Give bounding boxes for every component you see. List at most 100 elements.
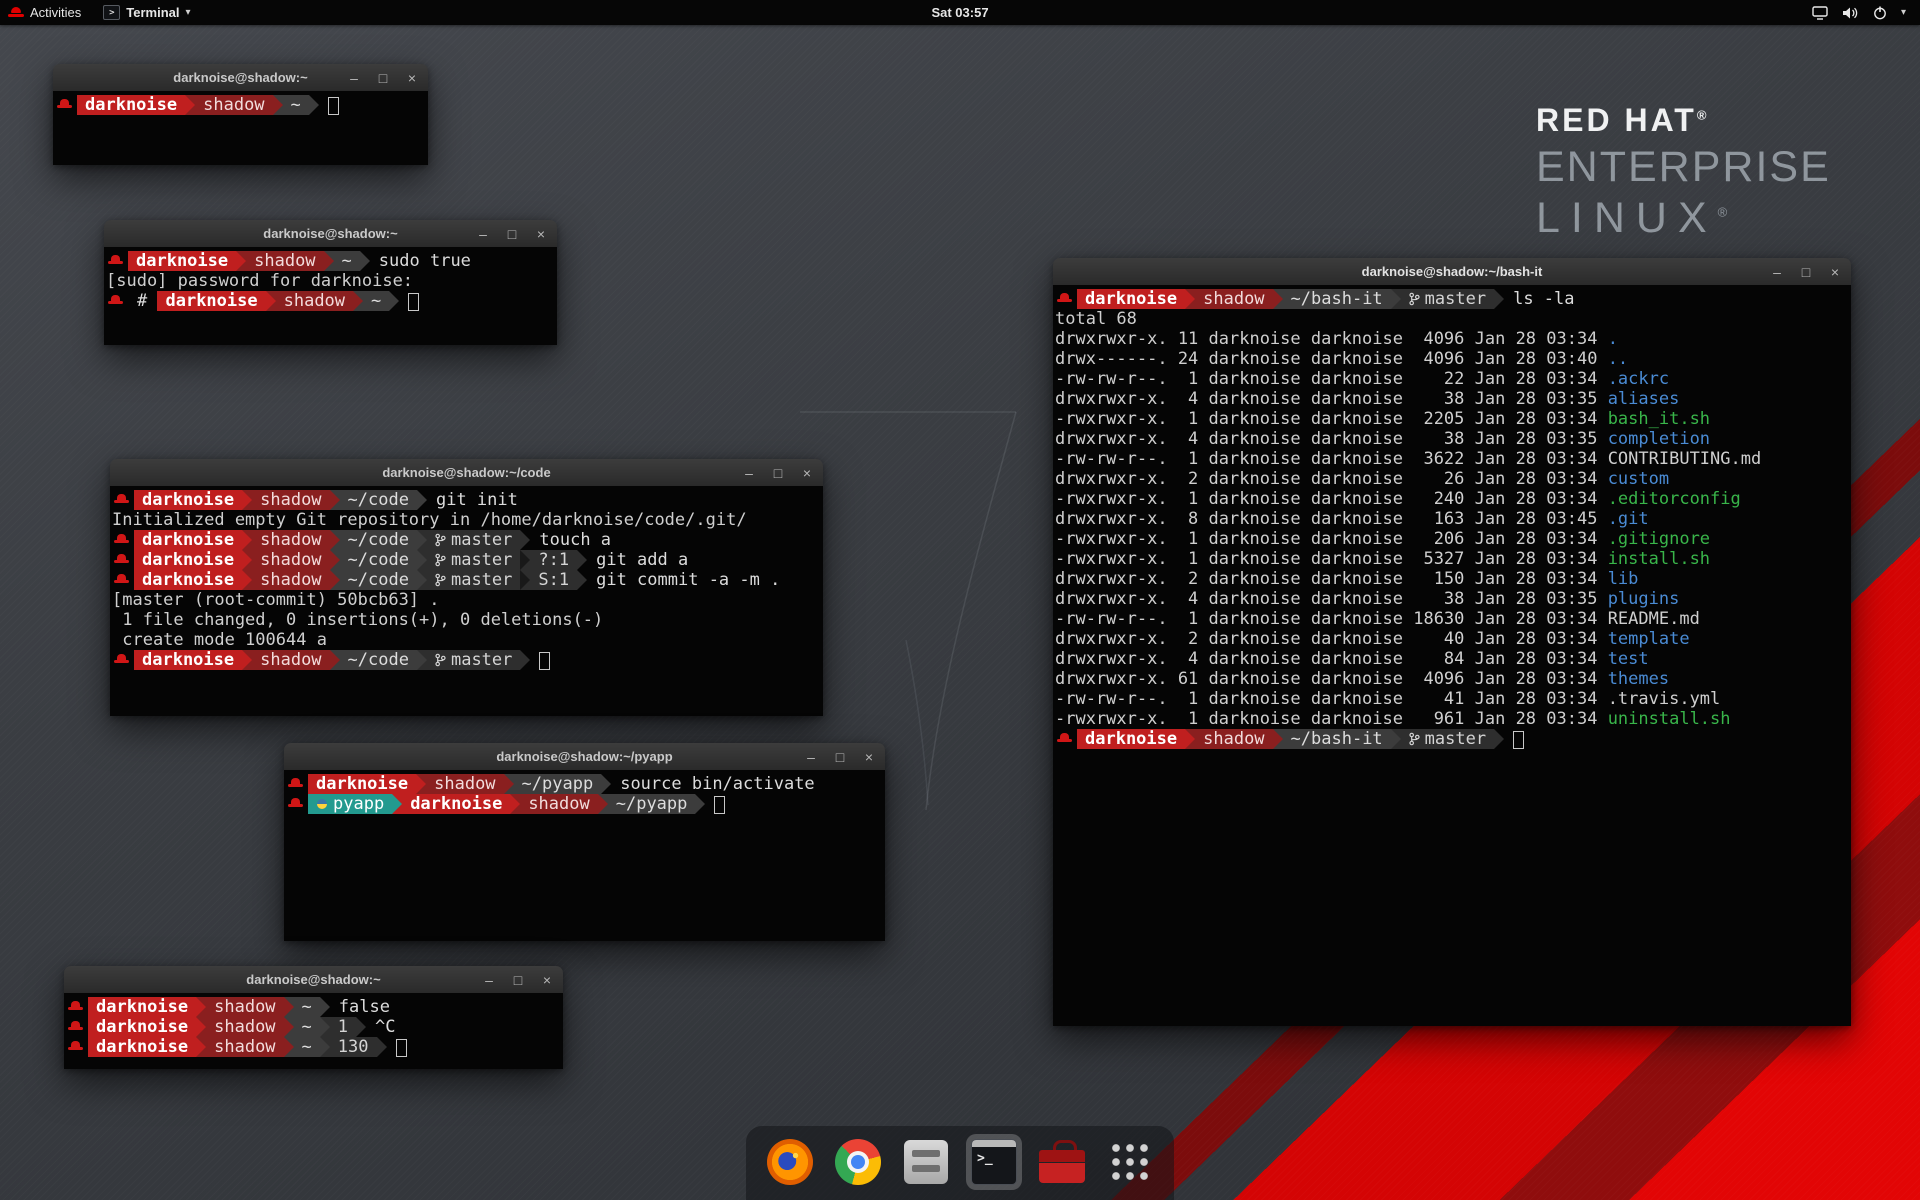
terminal-content[interactable]: darknoiseshadow~falsedarknoiseshadow~1^C… [64, 993, 563, 1069]
prompt-segment-user: darknoise [88, 1037, 196, 1057]
terminal-content[interactable]: darknoiseshadow~ [53, 91, 428, 165]
terminal-text: .travis.yml [1608, 689, 1721, 709]
brand-enterprise: ENTERPRISE [1536, 143, 1831, 192]
maximize-button[interactable]: □ [376, 71, 390, 85]
rhel-wallpaper-brand: RED HAT® ENTERPRISE LINUX® [1536, 102, 1831, 243]
minimize-button[interactable]: – [476, 227, 490, 241]
terminal-line: darknoiseshadow~/pyappsource bin/activat… [286, 774, 883, 794]
app-menu-terminal[interactable]: > Terminal ▾ [91, 0, 202, 25]
maximize-button[interactable]: □ [511, 973, 525, 987]
powerline-separator [185, 95, 195, 115]
terminal-text: source bin/activate [620, 774, 814, 794]
prompt-segment-git: master [427, 650, 520, 670]
terminal-text: create mode 100644 a [112, 630, 327, 650]
prompt-segment-venv: pyapp [308, 794, 392, 814]
minimize-button[interactable]: – [742, 466, 756, 480]
maximize-button[interactable]: □ [833, 750, 847, 764]
terminal-text: -rwxrwxr-x. 1 darknoise darknoise 206 Ja… [1055, 529, 1608, 549]
terminal-text: template [1608, 629, 1690, 649]
prompt-segment-host: shadow [276, 291, 353, 311]
prompt-segment-user: darknoise [308, 774, 416, 794]
terminal-text: false [339, 997, 390, 1017]
close-button[interactable]: × [540, 973, 554, 987]
terminal-text: drwxrwxr-x. 4 darknoise darknoise 38 Jan… [1055, 389, 1608, 409]
prompt-segment-host: shadow [252, 550, 329, 570]
terminal-line: darknoiseshadow~1^C [66, 1017, 561, 1037]
prompt-segment-host: shadow [246, 251, 323, 271]
terminal-text: themes [1608, 669, 1669, 689]
prompt-segment-user: darknoise [77, 95, 185, 115]
minimize-button[interactable]: – [1770, 265, 1784, 279]
terminal-window-home-1: darknoise@shadow:~ – □ × darknoiseshadow… [53, 64, 428, 165]
titlebar[interactable]: darknoise@shadow:~ – □ × [104, 220, 557, 248]
chevron-down-icon: ▾ [186, 7, 191, 18]
terminal-app-icon: > [103, 5, 120, 20]
terminal-text: -rwxrwxr-x. 1 darknoise darknoise 5327 J… [1055, 549, 1608, 569]
terminal-text: CONTRIBUTING.md [1608, 449, 1762, 469]
powerline-separator [236, 251, 246, 271]
terminal-text: drwxrwxr-x. 4 darknoise darknoise 38 Jan… [1055, 429, 1608, 449]
prompt-segment-path: ~/pyapp [608, 794, 696, 814]
terminal-line: -rw-rw-r--. 1 darknoise darknoise 18630 … [1055, 609, 1849, 629]
dock-terminal[interactable]: >_ [966, 1134, 1022, 1190]
git-branch-icon [435, 570, 446, 590]
minimize-button[interactable]: – [804, 750, 818, 764]
maximize-button[interactable]: □ [1799, 265, 1813, 279]
terminal-content[interactable]: darknoise shadow ~/pyappsource bin/activat… [284, 770, 885, 941]
terminal-text: lib [1608, 569, 1639, 589]
close-button[interactable]: × [405, 71, 419, 85]
powerline-separator [330, 490, 340, 510]
activities-button[interactable]: Activities [0, 0, 91, 25]
terminal-text: git add a [596, 550, 688, 570]
terminal-content[interactable]: darknoiseshadow~sudo true[sudo] password… [104, 247, 557, 345]
maximize-button[interactable]: □ [771, 466, 785, 480]
dock-show-applications[interactable] [1102, 1134, 1158, 1190]
powerline-separator [520, 530, 530, 550]
powerline-separator [266, 291, 276, 311]
terminal-text: ^C [375, 1017, 395, 1037]
dock-toolbox[interactable] [1034, 1134, 1090, 1190]
minimize-button[interactable]: – [347, 71, 361, 85]
prompt-segment-host: shadow [426, 774, 503, 794]
powerline-separator [242, 530, 252, 550]
titlebar[interactable]: darknoise@shadow:~/pyapp – □ × [284, 743, 885, 771]
prompt-segment-path: ~/code [340, 650, 417, 670]
maximize-button[interactable]: □ [505, 227, 519, 241]
minimize-button[interactable]: – [482, 973, 496, 987]
clock[interactable]: Sat 03:57 [931, 0, 988, 25]
terminal-content[interactable]: darknoiseshadow~/codegit initInitialized… [110, 486, 823, 716]
terminal-line: -rwxrwxr-x. 1 darknoise darknoise 2205 J… [1055, 409, 1849, 429]
terminal-line: -rwxrwxr-x. 1 darknoise darknoise 206 Ja… [1055, 529, 1849, 549]
titlebar[interactable]: darknoise@shadow:~/bash-it – □ × [1053, 258, 1851, 286]
git-branch-icon [1409, 289, 1420, 309]
prompt-segment-user: darknoise [134, 490, 242, 510]
prompt-segment-user: darknoise [88, 997, 196, 1017]
terminal-text: -rwxrwxr-x. 1 darknoise darknoise 240 Ja… [1055, 489, 1608, 509]
prompt-segment-user: darknoise [134, 570, 242, 590]
titlebar[interactable]: darknoise@shadow:~/code – □ × [110, 459, 823, 487]
close-button[interactable]: × [800, 466, 814, 480]
dock-firefox[interactable] [762, 1134, 818, 1190]
terminal-window-pyapp: darknoise@shadow:~/pyapp – □ × darknoise… [284, 743, 885, 941]
powerline-separator [392, 794, 402, 814]
powerline-separator [284, 1017, 294, 1037]
brand-red-hat: RED HAT® [1536, 102, 1831, 139]
powerline-separator [242, 550, 252, 570]
prompt-segment-sub: 130 [330, 1037, 377, 1057]
titlebar[interactable]: darknoise@shadow:~ – □ × [53, 64, 428, 92]
system-status-area[interactable]: ▾ [1798, 0, 1920, 25]
terminal-text: ls -la [1513, 289, 1574, 309]
prompt-segment-user: darknoise [134, 530, 242, 550]
close-button[interactable]: × [534, 227, 548, 241]
dock-chrome[interactable] [830, 1134, 886, 1190]
dock-files[interactable] [898, 1134, 954, 1190]
terminal-content[interactable]: darknoiseshadow~/bash-itmasterls -latota… [1053, 285, 1851, 1026]
prompt-segment-user: darknoise [157, 291, 265, 311]
terminal-line: drwxrwxr-x. 4 darknoise darknoise 38 Jan… [1055, 389, 1849, 409]
titlebar[interactable]: darknoise@shadow:~ – □ × [64, 966, 563, 994]
terminal-text: .gitignore [1608, 529, 1710, 549]
close-button[interactable]: × [1828, 265, 1842, 279]
prompt-segment-host: shadow [206, 1017, 283, 1037]
terminal-line: drwxrwxr-x. 8 darknoise darknoise 163 Ja… [1055, 509, 1849, 529]
close-button[interactable]: × [862, 750, 876, 764]
